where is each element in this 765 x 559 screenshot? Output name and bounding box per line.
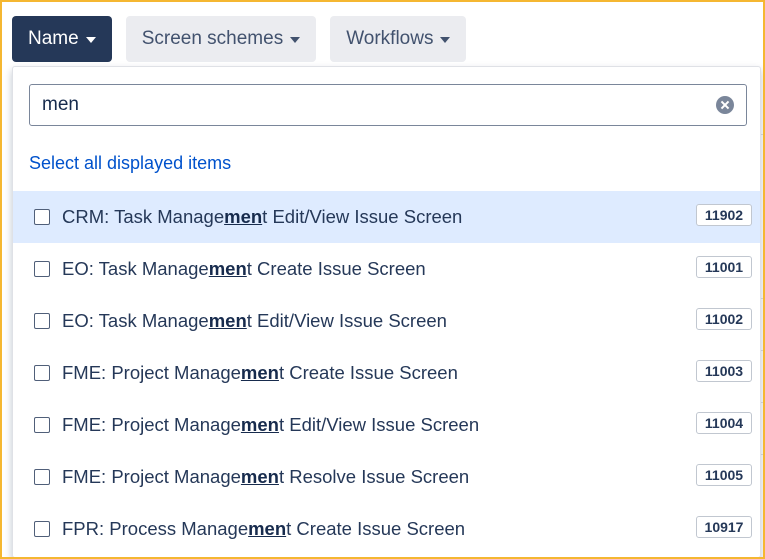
checkbox[interactable] — [34, 521, 50, 537]
checkbox[interactable] — [34, 261, 50, 277]
label-suffix: t Edit/View Issue Screen — [246, 310, 447, 331]
workflows-filter-button[interactable]: Workflows — [330, 16, 467, 62]
label-suffix: t Create Issue Screen — [246, 258, 426, 279]
label-match-highlight: men — [208, 258, 247, 279]
caret-down-icon — [440, 37, 451, 43]
list-item[interactable]: EO: Task Management Create Issue Screen 1… — [13, 243, 760, 295]
list-item[interactable]: FME: Project Management Create Issue Scr… — [13, 347, 760, 399]
label-match-highlight: men — [208, 310, 247, 331]
filter-toolbar: Name Screen schemes Workflows — [12, 16, 467, 62]
screen-schemes-filter-label: Screen schemes — [141, 28, 284, 49]
screenshot-frame: Name Screen schemes Workflows Select all… — [0, 0, 765, 559]
list-item-label: FPR: Process Management Create Issue Scr… — [62, 518, 465, 540]
label-prefix: FME: Project Manage — [62, 362, 241, 383]
screen-schemes-filter-button[interactable]: Screen schemes — [125, 16, 317, 62]
list-item-label: FME: Project Management Resolve Issue Sc… — [62, 466, 469, 488]
screen-id-badge: 11001 — [696, 256, 752, 278]
screen-id-badge: 11004 — [696, 412, 752, 434]
label-match-highlight: men — [240, 362, 279, 383]
checkbox[interactable] — [34, 209, 50, 225]
label-prefix: EO: Task Manage — [62, 310, 209, 331]
list-item-label: CRM: Task Management Edit/View Issue Scr… — [62, 206, 462, 228]
screen-id-badge: 10917 — [696, 516, 752, 538]
list-item-label: FME: Project Management Edit/View Issue … — [62, 414, 479, 436]
checkbox[interactable] — [34, 313, 50, 329]
screen-id-badge: 11002 — [696, 308, 752, 330]
screen-id-badge: 11902 — [696, 204, 752, 226]
label-suffix: t Create Issue Screen — [286, 518, 466, 539]
label-prefix: FME: Project Manage — [62, 466, 241, 487]
list-item[interactable]: EO: Task Management Edit/View Issue Scre… — [13, 295, 760, 347]
label-suffix: t Resolve Issue Screen — [278, 466, 470, 487]
label-suffix: t Edit/View Issue Screen — [262, 206, 463, 227]
label-match-highlight: men — [240, 414, 279, 435]
results-list: CRM: Task Management Edit/View Issue Scr… — [13, 191, 760, 555]
list-item-label: EO: Task Management Edit/View Issue Scre… — [62, 310, 447, 332]
screen-id-badge: 11005 — [696, 464, 752, 486]
list-item-label: EO: Task Management Create Issue Screen — [62, 258, 426, 280]
label-match-highlight: men — [240, 466, 279, 487]
checkbox[interactable] — [34, 469, 50, 485]
label-prefix: EO: Task Manage — [62, 258, 209, 279]
caret-down-icon — [85, 37, 96, 43]
search-box — [29, 84, 747, 126]
caret-down-icon — [290, 37, 301, 43]
clear-search-icon[interactable] — [716, 96, 734, 114]
name-filter-label: Name — [28, 28, 79, 49]
label-prefix: CRM: Task Manage — [62, 206, 225, 227]
label-match-highlight: men — [248, 518, 287, 539]
name-filter-dropdown: Select all displayed items CRM: Task Man… — [12, 66, 761, 557]
workflows-filter-label: Workflows — [346, 28, 434, 49]
label-prefix: FME: Project Manage — [62, 414, 241, 435]
label-suffix: t Edit/View Issue Screen — [278, 414, 480, 435]
select-all-link[interactable]: Select all displayed items — [29, 153, 231, 174]
list-item[interactable]: FPR: Process Management Create Issue Scr… — [13, 503, 760, 555]
checkbox[interactable] — [34, 417, 50, 433]
list-item-label: FME: Project Management Create Issue Scr… — [62, 362, 458, 384]
label-suffix: t Create Issue Screen — [278, 362, 458, 383]
checkbox[interactable] — [34, 365, 50, 381]
name-filter-button[interactable]: Name — [12, 16, 112, 62]
list-item[interactable]: CRM: Task Management Edit/View Issue Scr… — [13, 191, 760, 243]
label-match-highlight: men — [224, 206, 263, 227]
label-prefix: FPR: Process Manage — [62, 518, 249, 539]
screen-id-badge: 11003 — [696, 360, 752, 382]
list-item[interactable]: FME: Project Management Edit/View Issue … — [13, 399, 760, 451]
search-input[interactable] — [42, 94, 716, 116]
list-item[interactable]: FME: Project Management Resolve Issue Sc… — [13, 451, 760, 503]
